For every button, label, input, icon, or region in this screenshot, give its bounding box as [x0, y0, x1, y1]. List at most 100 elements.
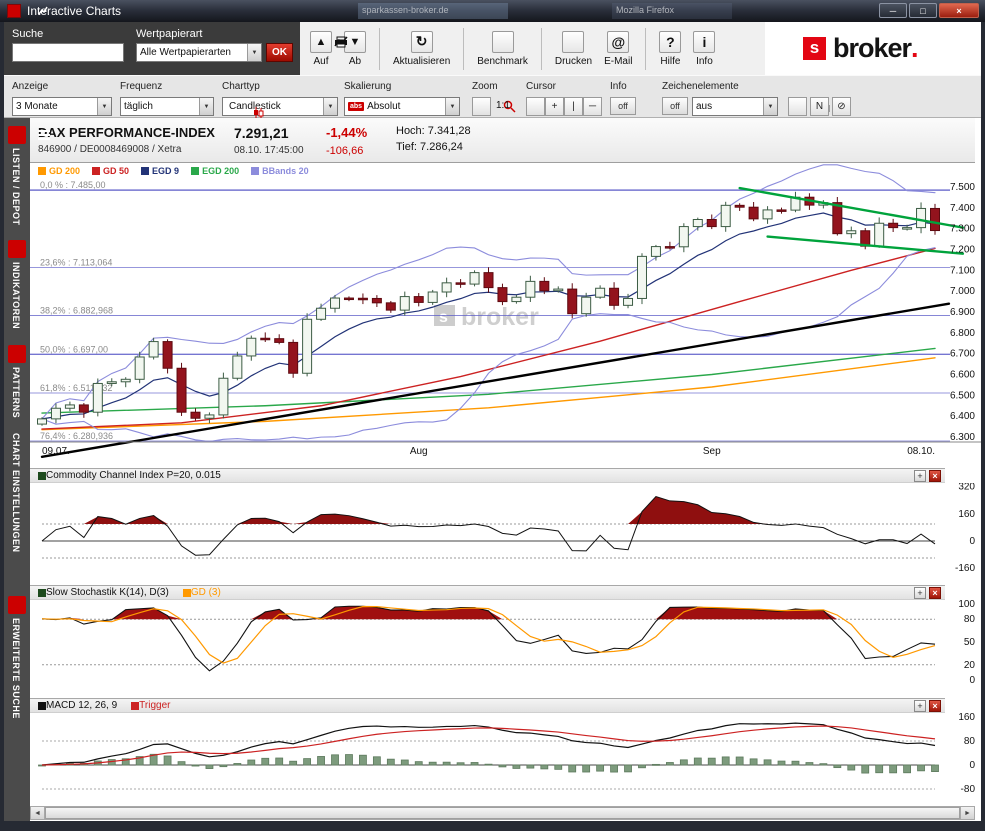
svg-text:7.400: 7.400: [950, 203, 975, 214]
zoom-ratio: 1:1: [496, 100, 510, 111]
arrow-up-icon: ▲: [310, 31, 332, 53]
ok-button[interactable]: OK: [266, 43, 293, 62]
chevron-down-icon: ▼: [247, 44, 261, 61]
depot-icon[interactable]: [8, 126, 26, 144]
close-button[interactable]: ×: [939, 3, 979, 18]
stochastic-panel-canvas[interactable]: 1008050200: [30, 600, 981, 684]
chart-settings-toolbar: Anzeige 3 Monate ▼ Frequenz täglich ▼ Ch…: [4, 75, 981, 118]
print-button[interactable]: Drucken: [555, 31, 592, 67]
panel-settings-icon[interactable]: +: [914, 470, 926, 482]
help-button[interactable]: ? Hilfe: [659, 31, 681, 67]
minimize-button[interactable]: ─: [879, 3, 907, 18]
panel-settings-icon[interactable]: +: [914, 700, 926, 712]
svg-text:7.300: 7.300: [950, 224, 975, 235]
maximize-button[interactable]: □: [909, 3, 937, 18]
gd3-legend-chip: [183, 589, 191, 597]
cursor-vline-button[interactable]: |: [564, 97, 583, 116]
zeichenelemente-select[interactable]: aus ▼: [692, 97, 778, 116]
anzeige-select[interactable]: 3 Monate ▼: [12, 97, 112, 116]
info-toggle[interactable]: off: [610, 97, 636, 115]
skalierung-select[interactable]: abs Absolut ▼: [344, 97, 460, 116]
panel-close-icon[interactable]: ×: [929, 587, 941, 599]
stochastic-title: Slow Stochastik K(14), D(3): [46, 587, 169, 598]
svg-text:s: s: [439, 309, 448, 326]
panel-settings-icon[interactable]: +: [914, 587, 926, 599]
sbroker-logo-text: broker: [833, 33, 911, 64]
last-price: 7.291,21: [234, 125, 304, 141]
panel-controls: + ×: [914, 470, 941, 482]
cci-panel-canvas[interactable]: 3201600-160: [30, 483, 981, 572]
svg-text:100: 100: [958, 600, 975, 610]
printer-icon: [562, 31, 584, 53]
macd-panel-canvas[interactable]: 160800-80: [30, 713, 981, 800]
sidebar-item-listen-depot[interactable]: LISTEN / DEPOT: [11, 148, 21, 226]
search-icon[interactable]: [8, 596, 26, 614]
change-absolute: -106,66: [326, 145, 367, 157]
refresh-button[interactable]: ↻ Aktualisieren: [393, 31, 450, 67]
title-bar[interactable]: Interactive Charts sparkassen-broker.de …: [0, 0, 985, 22]
scrollbar-thumb[interactable]: [45, 807, 960, 819]
horizontal-scrollbar[interactable]: ◄ ►: [30, 806, 975, 820]
window-controls: ─ □ ×: [879, 3, 979, 18]
svg-text:-80: -80: [961, 784, 976, 795]
info-button[interactable]: i Info: [693, 31, 715, 67]
info-toggle-label: Info: [610, 81, 627, 92]
security-type-label: Wertpapierart: [136, 28, 202, 40]
svg-text:0: 0: [969, 760, 975, 771]
columns-view-button[interactable]: [788, 97, 807, 116]
sidebar-item-chart-einstellungen[interactable]: CHART EINSTELLUNGEN: [11, 433, 21, 553]
macd-legend-chip: [38, 702, 46, 710]
panel-close-icon[interactable]: ×: [929, 470, 941, 482]
charttyp-select[interactable]: Candlestick ▼: [222, 97, 338, 116]
chevron-down-icon: ▼: [97, 98, 111, 115]
scroll-right-arrow[interactable]: ►: [960, 807, 974, 819]
quote-time: 08.10. 17:45:00: [234, 145, 304, 156]
svg-text:38,2% : 6.882,968: 38,2% : 6.882,968: [40, 306, 113, 316]
svg-text:20: 20: [964, 660, 976, 671]
svg-text:6.700: 6.700: [950, 349, 975, 360]
sidebar-item-erweiterte-suche[interactable]: ERWEITERTE SUCHE: [11, 618, 21, 719]
zoom-button[interactable]: [472, 97, 491, 116]
search-input[interactable]: [12, 43, 124, 62]
toolbar-separator: [541, 28, 542, 70]
button-label: Benchmark: [477, 56, 528, 67]
email-button[interactable]: @ E-Mail: [604, 31, 632, 67]
svg-text:09.07.: 09.07.: [42, 446, 70, 457]
main-chart-canvas[interactable]: sbroker0,0 % : 7.485,0023,6% : 7.113,064…: [30, 163, 981, 463]
skalierung-label: Skalierung: [344, 81, 391, 92]
panel-close-icon[interactable]: ×: [929, 700, 941, 712]
background-window-fragment: sparkassen-broker.de: [358, 3, 508, 19]
button-label: Info: [696, 56, 713, 67]
frequenz-label: Frequenz: [120, 81, 162, 92]
cursor-hline-button[interactable]: ─: [583, 97, 602, 116]
day-high: Hoch: 7.341,28: [396, 125, 471, 137]
scroll-left-arrow[interactable]: ◄: [31, 807, 45, 819]
chevron-down-icon: ▼: [763, 98, 777, 115]
zeichenelemente-toggle[interactable]: off: [662, 97, 688, 115]
svg-text:160: 160: [958, 509, 975, 520]
button-label: E-Mail: [604, 56, 632, 67]
cursor-crosshair-button[interactable]: +: [545, 97, 564, 116]
circle-tool-button[interactable]: ⊘: [832, 97, 851, 116]
button-label: Auf: [313, 56, 328, 67]
sidebar-item-patterns[interactable]: PATTERNS: [11, 367, 21, 418]
patterns-icon[interactable]: [8, 345, 26, 363]
quote-header: DAX PERFORMANCE-INDEX 846900 / DE0008469…: [30, 118, 975, 163]
panel-controls: + ×: [914, 700, 941, 712]
frequenz-select[interactable]: täglich ▼: [120, 97, 214, 116]
cursor-arrow-button[interactable]: [526, 97, 545, 116]
sidebar-item-indikatoren[interactable]: INDIKATOREN: [11, 262, 21, 329]
svg-text:Aug: Aug: [410, 446, 428, 457]
security-type-select[interactable]: Alle Wertpapierarten ▼: [136, 43, 262, 62]
svg-text:6.900: 6.900: [950, 307, 975, 318]
svg-text:6.500: 6.500: [950, 390, 975, 401]
abs-badge-icon: abs: [348, 102, 364, 111]
benchmark-button[interactable]: Benchmark: [477, 31, 528, 67]
up-button[interactable]: ▲ Auf: [310, 31, 332, 67]
news-button[interactable]: N: [810, 97, 829, 116]
window-title: Interactive Charts: [27, 4, 121, 18]
zoom-label: Zoom: [472, 81, 498, 92]
indicators-icon[interactable]: [8, 240, 26, 258]
svg-text:08.10.: 08.10.: [907, 446, 935, 457]
toolbar-separator: [645, 28, 646, 70]
